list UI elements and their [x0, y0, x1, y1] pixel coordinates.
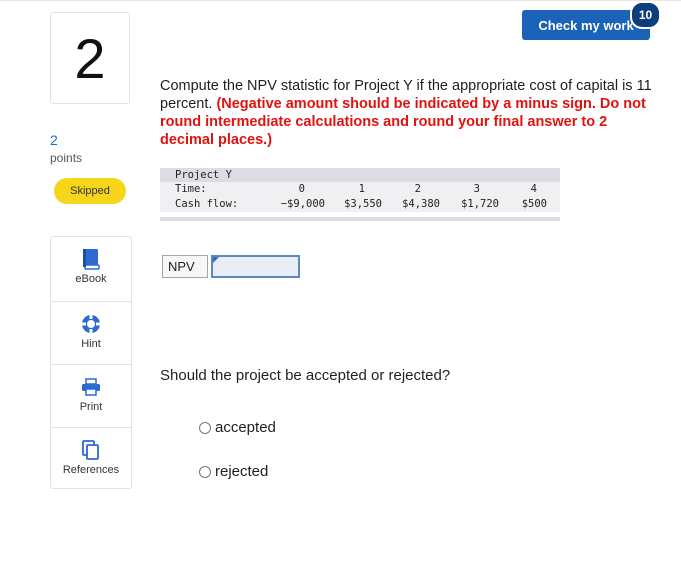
check-my-work-label: Check my work — [538, 17, 634, 33]
npv-answer-row: NPV — [162, 255, 300, 278]
tool-hint[interactable]: Hint — [51, 301, 131, 364]
npv-input[interactable] — [211, 255, 300, 278]
check-count-badge: 10 — [630, 1, 661, 29]
time-row: Time: 0 1 2 3 4 — [160, 182, 560, 197]
cash-flow-cell: $3,550 — [344, 198, 382, 210]
cash-flow-label: Cash flow: — [175, 198, 239, 210]
documents-icon — [81, 439, 101, 461]
question-text: Compute the NPV statistic for Project Y … — [160, 77, 660, 149]
input-flag-icon — [213, 257, 219, 263]
radio-rejected[interactable] — [199, 465, 211, 478]
tool-print[interactable]: Print — [51, 364, 131, 427]
tool-references-label: References — [62, 464, 120, 476]
cash-flow-cell: $4,380 — [402, 198, 440, 210]
book-icon — [82, 248, 100, 270]
project-title: Project Y — [160, 168, 560, 182]
option-accepted[interactable]: accepted — [199, 419, 276, 436]
radio-accepted[interactable] — [199, 421, 211, 434]
option-accepted-label: accepted — [215, 419, 276, 436]
time-cell: 0 — [298, 183, 305, 195]
time-cell: 2 — [414, 183, 421, 195]
npv-label: NPV — [162, 255, 208, 278]
cash-flow-cell: −$9,000 — [280, 198, 325, 210]
tools-panel: eBook Hint Print References — [50, 236, 132, 489]
points-value: 2 — [50, 132, 58, 148]
time-cell: 3 — [473, 183, 480, 195]
tool-print-label: Print — [79, 401, 103, 413]
question-number-text: 2 — [74, 26, 106, 90]
tool-ebook-label: eBook — [75, 273, 107, 285]
cash-flow-cell: $500 — [521, 198, 547, 210]
question-instructions: (Negative amount should be indicated by … — [160, 96, 646, 148]
question-number: 2 — [50, 12, 130, 104]
time-label: Time: — [175, 183, 207, 195]
accept-reject-question: Should the project be accepted or reject… — [160, 367, 451, 384]
option-rejected-label: rejected — [215, 463, 269, 480]
tool-hint-label: Hint — [81, 338, 101, 350]
top-divider — [0, 0, 681, 1]
project-table: Project Y Time: 0 1 2 3 4 Cash flow: −$9… — [160, 168, 560, 221]
points-label: points — [50, 151, 83, 165]
tool-ebook[interactable]: eBook — [51, 237, 131, 300]
status-badge: Skipped — [54, 178, 126, 204]
lifebuoy-icon — [80, 313, 102, 335]
time-cell: 4 — [530, 183, 537, 195]
table-bottom-rule — [160, 217, 560, 221]
cash-flow-row: Cash flow: −$9,000 $3,550 $4,380 $1,720 … — [160, 197, 560, 212]
cash-flow-cell: $1,720 — [461, 198, 499, 210]
time-cell: 1 — [358, 183, 365, 195]
printer-icon — [80, 376, 102, 398]
option-rejected[interactable]: rejected — [199, 463, 268, 480]
tool-references[interactable]: References — [51, 427, 131, 490]
